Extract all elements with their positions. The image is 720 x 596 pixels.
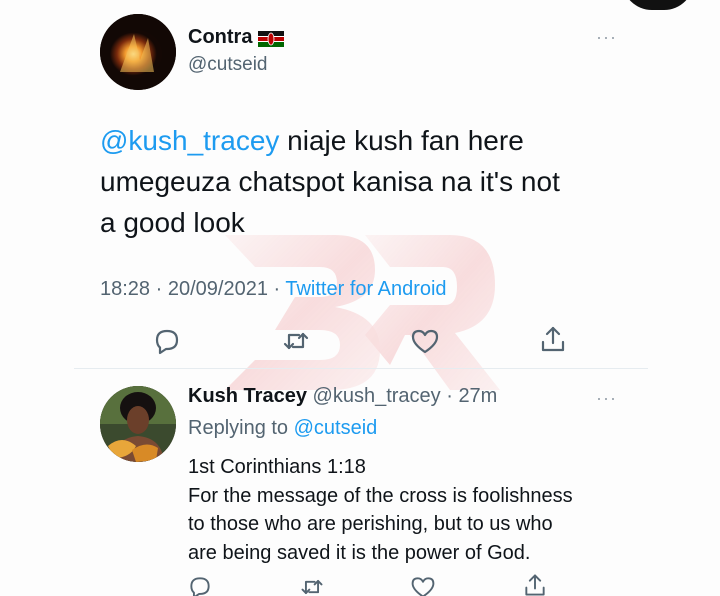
reply-header: Kush Tracey @kush_tracey · 27m: [188, 385, 497, 408]
tweet-metadata: 18:28 · 20/09/2021 · Twitter for Android: [100, 278, 447, 301]
reply-handle[interactable]: @kush_tracey: [313, 385, 441, 407]
share-icon[interactable]: [538, 324, 568, 354]
replying-to-link[interactable]: @cutseid: [294, 417, 378, 439]
screenshot-page: Contra @cutseid ··· @kush_tracey niaje k…: [0, 0, 720, 596]
retweet-icon[interactable]: [299, 574, 325, 596]
separator: ·: [155, 278, 168, 300]
reply-age[interactable]: 27m: [458, 385, 497, 407]
kush-tracey-avatar[interactable]: [100, 386, 176, 462]
reply-display-name[interactable]: Kush Tracey: [188, 385, 307, 407]
reply-line: to those who are perishing, but to us wh…: [188, 513, 553, 535]
display-name-text: Contra: [188, 26, 253, 48]
reply-icon[interactable]: [152, 326, 182, 356]
reply-line: 1st Corinthians 1:18: [188, 456, 366, 478]
contra-display-name[interactable]: Contra: [188, 26, 285, 49]
reply-icon[interactable]: [187, 574, 213, 596]
reply-line: are being saved it is the power of God.: [188, 541, 531, 564]
tweet-time[interactable]: 18:28: [100, 278, 150, 300]
contra-handle[interactable]: @cutseid: [188, 54, 268, 76]
separator: ·: [273, 278, 286, 300]
heart-icon[interactable]: [410, 326, 440, 356]
profile-photo: [100, 386, 176, 462]
separator: ·: [440, 385, 459, 407]
more-options-icon[interactable]: ···: [596, 388, 617, 409]
watermark-logo: [225, 235, 500, 390]
heart-icon[interactable]: [410, 574, 436, 596]
replying-to: Replying to @cutseid: [188, 417, 377, 440]
reply-line: For the message of the cross is foolishn…: [188, 484, 573, 507]
mention-link[interactable]: @kush_tracey: [100, 125, 279, 156]
reply-tweet-text: 1st Corinthians 1:18 For the message of …: [188, 453, 668, 567]
tweet-date[interactable]: 20/09/2021: [168, 278, 268, 300]
bonfire-image: [100, 14, 176, 90]
kenya-flag-icon: [258, 30, 285, 47]
device-notch: [622, 0, 694, 10]
more-options-icon[interactable]: ···: [596, 27, 617, 48]
retweet-icon[interactable]: [281, 326, 311, 356]
share-icon[interactable]: [522, 572, 548, 596]
contra-avatar[interactable]: [100, 14, 176, 90]
tweet-source-link[interactable]: Twitter for Android: [285, 278, 446, 300]
replying-prefix: Replying to: [188, 417, 289, 439]
tweet-line-3: a good look: [100, 207, 245, 238]
tweet-line-1: niaje kush fan here: [279, 125, 524, 156]
main-tweet-text: @kush_tracey niaje kush fan here umegeuz…: [100, 120, 660, 243]
tweet-divider: [74, 368, 648, 369]
tweet-line-2: umegeuza chatspot kanisa na it's not: [100, 166, 560, 197]
